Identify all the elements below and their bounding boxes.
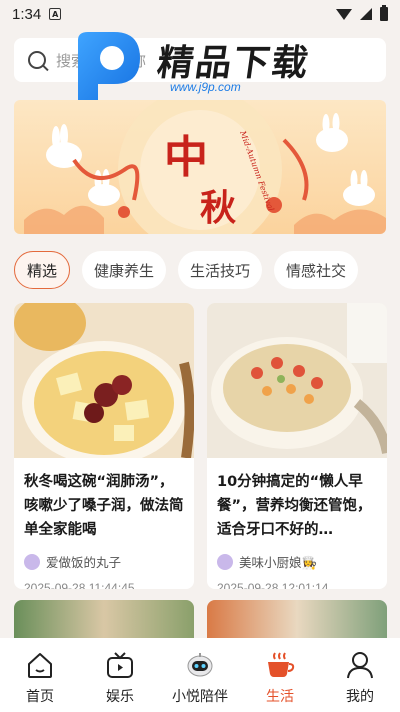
nav-life[interactable]: 生活 (245, 650, 315, 706)
notification-icon: A (49, 8, 62, 20)
nav-entertainment[interactable]: 娱乐 (85, 650, 155, 706)
tab-life-tips[interactable]: 生活技巧 (178, 251, 263, 289)
article-thumbnail (207, 303, 387, 458)
search-icon (28, 51, 46, 69)
article-title: 10分钟搞定的“懒人早餐”，营养均衡还管饱，适合牙口不好的… (217, 474, 372, 538)
status-time: 1:34 (12, 5, 42, 23)
home-icon (28, 653, 52, 678)
battery-icon (380, 5, 388, 21)
banner-title-1: 中 (164, 132, 208, 183)
avatar (24, 553, 40, 570)
nav-label: 首页 (26, 689, 54, 705)
nav-label: 生活 (266, 689, 294, 705)
search-placeholder: 搜索文章名称 (56, 51, 147, 70)
bottom-nav: 首页 娱乐 小悦陪伴 生活 我的 (0, 638, 400, 712)
tab-health[interactable]: 健康养生 (82, 251, 167, 289)
tv-icon (107, 652, 133, 678)
article-author: 美味小厨娘👩‍🍳 (239, 555, 318, 570)
user-icon (347, 652, 373, 679)
banner-title-2: 秋 (200, 187, 236, 229)
article-author-row: 美味小厨娘👩‍🍳 (207, 548, 387, 571)
tab-social[interactable]: 情感社交 (274, 251, 359, 289)
article-card[interactable] (14, 600, 194, 640)
banner-art: 中 秋 Mid-Autumn Festival (24, 100, 386, 234)
search-input[interactable]: 搜索文章名称 (14, 38, 386, 82)
article-card[interactable] (207, 600, 387, 640)
wifi-icon (336, 8, 352, 20)
nav-label: 小悦陪伴 (172, 689, 228, 705)
tab-featured[interactable]: 精选 (14, 251, 71, 289)
signal-icon (360, 8, 372, 20)
nav-label: 我的 (346, 689, 374, 705)
robot-icon (187, 653, 213, 677)
status-bar: 1:34 A (0, 0, 400, 28)
watermark-url: www.j9p.com (170, 80, 241, 94)
mid-autumn-banner[interactable]: 中 秋 Mid-Autumn Festival (14, 100, 386, 234)
article-card[interactable]: 秋冬喝这碗“润肺汤”，咳嗽少了嗓子润，做法简单全家能喝 爱做饭的丸子 2025-… (14, 303, 194, 589)
nav-label: 娱乐 (106, 689, 134, 705)
article-date: 2025-09-28 12:01:14 (217, 581, 329, 589)
cup-icon (268, 652, 295, 677)
nav-companion[interactable]: 小悦陪伴 (165, 650, 235, 706)
article-author-row: 爱做饭的丸子 (14, 548, 194, 571)
avatar (217, 553, 233, 570)
category-tabs: 精选 健康养生 生活技巧 情感社交 (14, 251, 359, 289)
nav-home[interactable]: 首页 (5, 650, 75, 706)
article-title: 秋冬喝这碗“润肺汤”，咳嗽少了嗓子润，做法简单全家能喝 (24, 474, 184, 538)
article-card[interactable]: 10分钟搞定的“懒人早餐”，营养均衡还管饱，适合牙口不好的… 美味小厨娘👩‍🍳 … (207, 303, 387, 589)
article-date: 2025-09-28 11:44:45 (24, 581, 135, 589)
article-author: 爱做饭的丸子 (46, 555, 122, 570)
nav-profile[interactable]: 我的 (325, 650, 395, 706)
article-thumbnail (14, 303, 194, 465)
